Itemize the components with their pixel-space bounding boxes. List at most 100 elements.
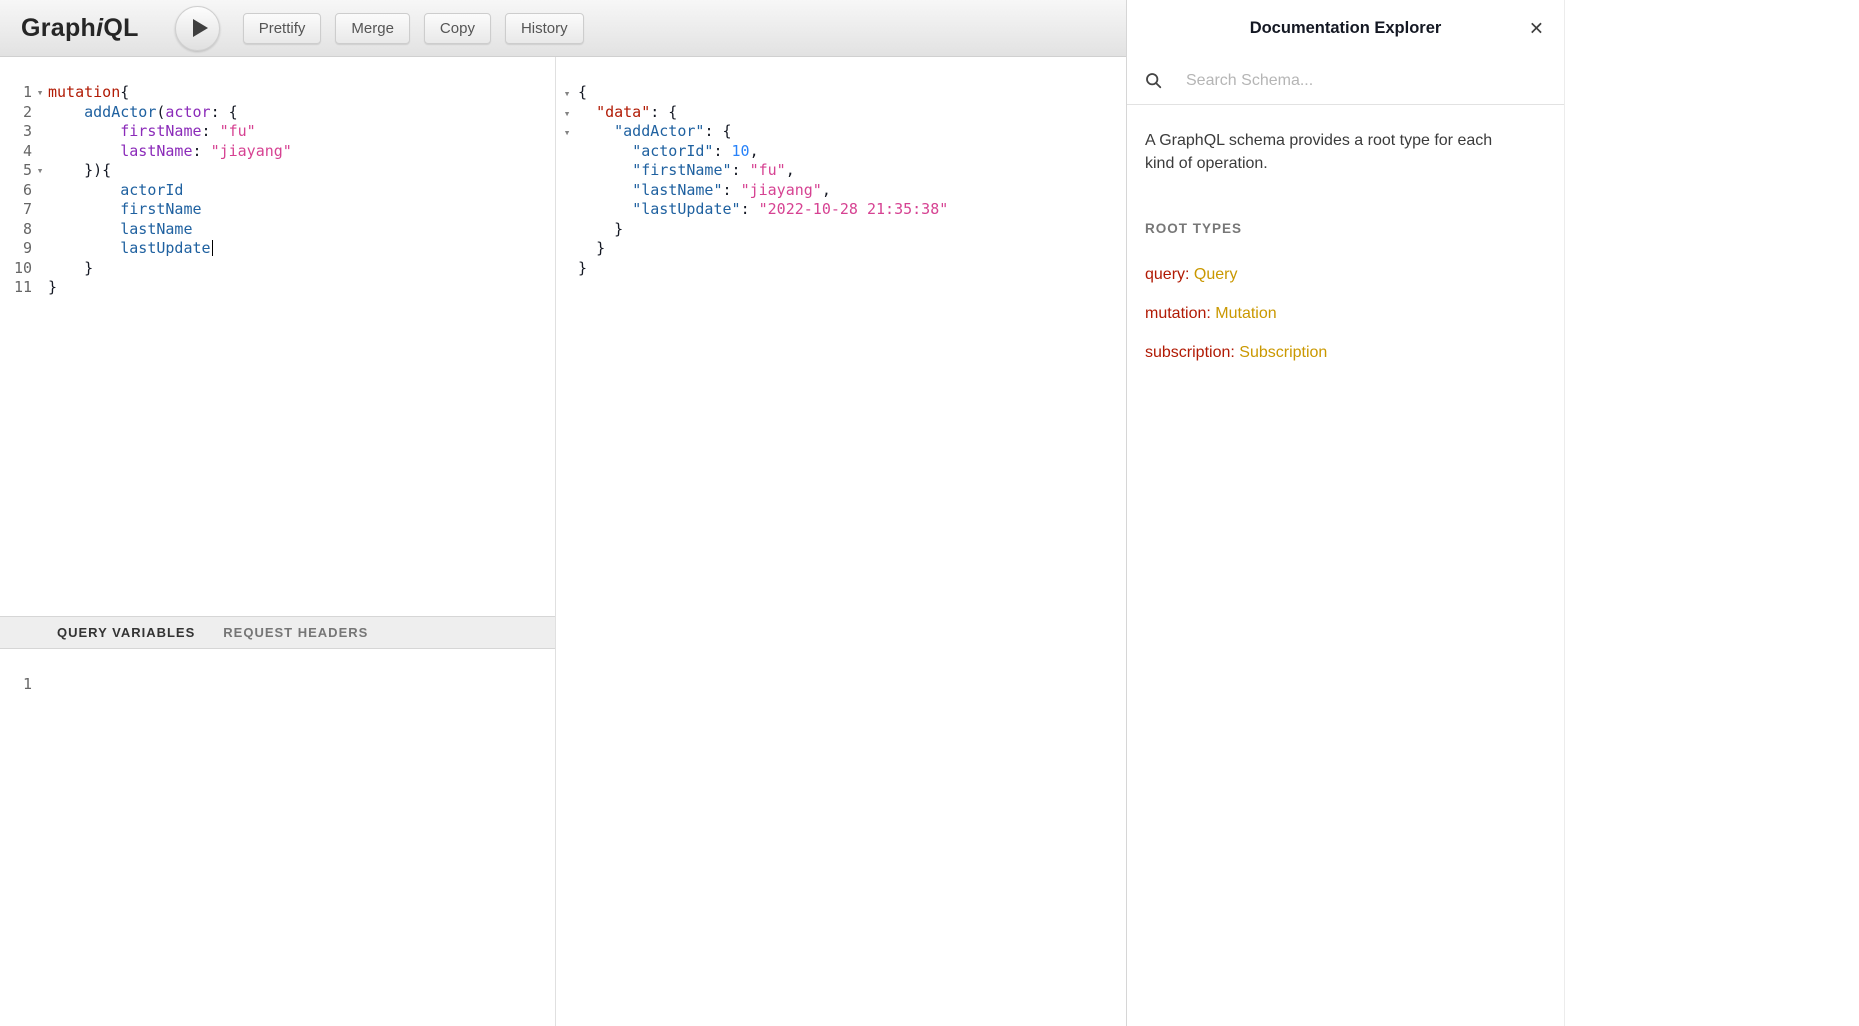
code-token: : {	[704, 122, 731, 140]
code-token	[48, 142, 120, 160]
code-text: lastName: "jiayang"	[48, 142, 292, 162]
code-token: "addActor"	[614, 122, 704, 140]
fold-arrow-icon[interactable]: ▾	[556, 84, 578, 104]
doc-search-input[interactable]	[1186, 72, 1546, 90]
code-token	[48, 220, 120, 238]
code-line: 8 lastName	[0, 220, 555, 240]
code-token: }	[614, 220, 623, 238]
code-token: }){	[84, 161, 111, 179]
code-text: "data": {	[578, 103, 677, 123]
code-token	[48, 103, 84, 121]
code-text: "addActor": {	[578, 122, 732, 142]
code-line: "firstName": "fu",	[556, 161, 1126, 181]
code-text: "lastUpdate": "2022-10-28 21:35:38"	[578, 200, 948, 220]
code-token: lastName	[120, 220, 192, 238]
execute-button[interactable]	[175, 6, 220, 51]
logo-text: Graph	[21, 14, 96, 42]
code-token: {	[578, 83, 587, 101]
fold-gutter	[32, 142, 48, 162]
code-token: addActor	[84, 103, 156, 121]
code-text: }	[48, 278, 57, 298]
code-token: : {	[650, 103, 677, 121]
type-link-query[interactable]: Query	[1194, 266, 1238, 283]
prettify-button[interactable]: Prettify	[243, 13, 322, 44]
code-token: :	[193, 142, 211, 160]
line-number: 6	[0, 181, 32, 201]
play-icon	[193, 19, 208, 37]
root-type-item: mutation: Mutation	[1145, 305, 1546, 323]
code-token: ,	[822, 181, 831, 199]
editor-gutter: 4	[0, 142, 48, 162]
code-token: "2022-10-28 21:35:38"	[759, 200, 949, 218]
code-text: }){	[48, 161, 111, 181]
code-text: lastName	[48, 220, 193, 240]
line-number: 9	[0, 239, 32, 259]
code-token: actor	[165, 103, 210, 121]
code-text: mutation{	[48, 83, 129, 103]
root-type-item: query: Query	[1145, 266, 1546, 284]
code-token: :	[723, 181, 741, 199]
code-line: 10 }	[0, 259, 555, 279]
line-number: 3	[0, 122, 32, 142]
code-token: :	[732, 161, 750, 179]
fold-gutter	[32, 278, 48, 298]
code-line: 1▾mutation{	[0, 83, 555, 103]
code-line: }	[556, 220, 1126, 240]
code-token	[48, 259, 84, 277]
text-cursor	[212, 240, 214, 256]
fold-arrow-icon[interactable]: ▾	[556, 104, 578, 124]
code-token: }	[84, 259, 93, 277]
code-token: ,	[750, 142, 759, 160]
history-button[interactable]: History	[505, 13, 584, 44]
query-editor-pane: 1▾mutation{2 addActor(actor: {3 firstNam…	[0, 57, 556, 1026]
variables-title-bar: QUERY VARIABLES REQUEST HEADERS	[0, 616, 555, 649]
fold-gutter	[32, 675, 48, 695]
fold-gutter	[32, 220, 48, 240]
type-link-mutation[interactable]: Mutation	[1215, 305, 1276, 322]
search-icon	[1145, 72, 1162, 89]
code-line: 6 actorId	[0, 181, 555, 201]
query-editor[interactable]: 1▾mutation{2 addActor(actor: {3 firstNam…	[0, 57, 555, 616]
root-type-keyword: subscription:	[1145, 344, 1235, 361]
code-text: }	[578, 259, 587, 279]
code-token: "fu"	[220, 122, 256, 140]
code-token	[48, 239, 120, 257]
editor-gutter: 9	[0, 239, 48, 259]
code-text: }	[578, 239, 605, 259]
code-token	[578, 122, 614, 140]
code-token: "jiayang"	[741, 181, 822, 199]
fold-arrow-icon[interactable]: ▾	[32, 83, 48, 103]
line-number: 8	[0, 220, 32, 240]
line-number: 2	[0, 103, 32, 123]
doc-search-bar	[1127, 57, 1564, 105]
fold-arrow-icon[interactable]: ▾	[32, 161, 48, 181]
code-token: :	[202, 122, 220, 140]
code-line: }	[556, 259, 1126, 279]
editor-gutter: 1	[0, 675, 48, 695]
editor-gutter: 5▾	[0, 161, 48, 181]
code-token: ,	[786, 161, 795, 179]
code-line: 9 lastUpdate	[0, 239, 555, 259]
line-number: 4	[0, 142, 32, 162]
code-line: 1	[0, 675, 555, 695]
root-type-keyword: mutation:	[1145, 305, 1211, 322]
query-variables-editor[interactable]: 1	[0, 649, 555, 1026]
line-number: 5	[0, 161, 32, 181]
merge-button[interactable]: Merge	[335, 13, 410, 44]
close-icon[interactable]: ✕	[1523, 16, 1550, 41]
fold-gutter	[32, 259, 48, 279]
code-token: "data"	[596, 103, 650, 121]
fold-arrow-icon[interactable]: ▾	[556, 123, 578, 143]
code-token: lastUpdate	[120, 239, 210, 257]
fold-gutter	[32, 181, 48, 201]
copy-button[interactable]: Copy	[424, 13, 491, 44]
doc-explorer-panel: Documentation Explorer ✕ A GraphQL schem…	[1126, 0, 1565, 1026]
code-line: 2 addActor(actor: {	[0, 103, 555, 123]
code-token	[578, 103, 596, 121]
tab-request-headers[interactable]: REQUEST HEADERS	[223, 625, 368, 640]
tab-query-variables[interactable]: QUERY VARIABLES	[57, 625, 195, 640]
type-link-subscription[interactable]: Subscription	[1239, 344, 1327, 361]
code-token: "actorId"	[632, 142, 713, 160]
code-token	[578, 142, 632, 160]
doc-explorer-title: Documentation Explorer	[1250, 19, 1442, 38]
